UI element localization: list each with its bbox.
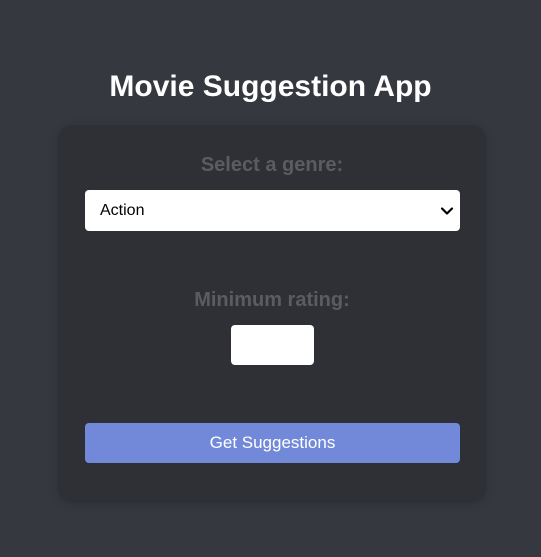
genre-label: Select a genre: bbox=[200, 154, 344, 176]
rating-label: Minimum rating: bbox=[194, 289, 350, 311]
chevron-down-icon bbox=[440, 207, 454, 215]
suggestion-form-card: Select a genre: Action Minimum rating: G… bbox=[58, 125, 486, 502]
page-title: Movie Suggestion App bbox=[109, 70, 432, 103]
genre-select-value: Action bbox=[100, 202, 145, 219]
genre-select[interactable]: Action bbox=[85, 190, 460, 231]
minimum-rating-input[interactable] bbox=[231, 325, 314, 365]
get-suggestions-button[interactable]: Get Suggestions bbox=[85, 423, 460, 463]
